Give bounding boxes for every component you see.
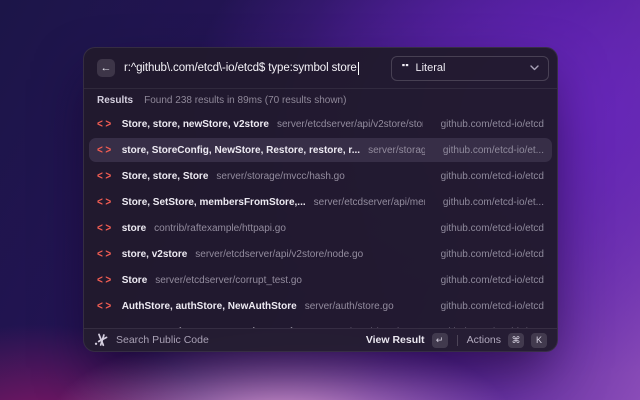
back-arrow-icon: ← [100, 61, 112, 74]
result-repo: github.com/etcd-io/et... [442, 144, 544, 156]
result-file-path: server/etcdserver/api/v2store/node.go [195, 248, 364, 260]
search-input[interactable]: r:^github\.com/etcd\-io/etcd$ type:symbo… [124, 61, 360, 75]
chevron-down-icon [530, 65, 539, 71]
sourcegraph-logo-icon [94, 333, 108, 347]
result-symbols: Store [121, 274, 148, 286]
code-symbol-icon: <> [97, 117, 114, 131]
code-symbol-icon: <> [97, 143, 114, 157]
result-file-path: server/etcdserver/api/membership/cluste.… [313, 196, 425, 208]
result-repo: github.com/etcd-io/etcd [440, 300, 544, 312]
text-caret [357, 61, 360, 75]
result-symbols: Store, store, Store [121, 170, 209, 182]
result-symbols: store [121, 222, 147, 234]
result-file-path: server/storage/mvcc/kvstore.go [368, 144, 425, 156]
result-repo: github.com/etcd-io/etcd [440, 170, 544, 182]
result-file-path: server/etcdserver/corrupt_test.go [155, 274, 302, 286]
result-file-path: server/etcdserver/api/v2store/store.go [276, 118, 423, 130]
result-repo: github.com/etcd-io/et... [442, 196, 544, 208]
results-header: Results Found 238 results in 89ms (70 re… [84, 89, 557, 112]
footer-bar: Search Public Code View Result ↵ Actions… [84, 328, 557, 351]
result-file-path: server/auth/store.go [304, 300, 394, 312]
code-symbol-icon: <> [97, 221, 114, 235]
result-file-path: server/storage/mvcc/hash.go [216, 170, 345, 182]
code-symbol-icon: <> [97, 169, 114, 183]
results-summary: Found 238 results in 89ms (70 results sh… [144, 95, 347, 106]
result-symbols: AuthStore, authStore, NewAuthStore [121, 300, 297, 312]
search-bar: ← r:^github\.com/etcd\-io/etcd$ type:sym… [84, 48, 557, 89]
footer-divider [456, 334, 458, 346]
result-repo: github.com/etcd-io/etcd [440, 118, 544, 130]
results-section-label: Results [97, 95, 134, 106]
result-row[interactable]: <> Store, store, newStore, v2store serve… [89, 112, 552, 136]
cmd-key-badge: ⌘ [508, 332, 524, 348]
back-button[interactable]: ← [97, 59, 115, 77]
result-repo: github.com/etcd-io/etcd [440, 274, 544, 286]
pattern-type-dropdown[interactable]: “ Literal [391, 55, 549, 81]
results-list: <> Store, store, newStore, v2store serve… [84, 112, 557, 328]
result-row[interactable]: <> AuthStore, authStore, NewAuthStore se… [89, 294, 552, 318]
result-row[interactable]: <> store, v2store server/etcdserver/api/… [89, 242, 552, 266]
literal-quotes-icon: “ [401, 64, 409, 73]
code-symbol-icon: <> [97, 195, 114, 209]
extension-name-label: Search Public Code [116, 334, 209, 346]
footer-actions: View Result ↵ Actions ⌘ K [366, 332, 547, 348]
desktop-background: ← r:^github\.com/etcd\-io/etcd$ type:sym… [0, 0, 640, 400]
result-repo: github.com/etcd-io/etcd [440, 222, 544, 234]
code-symbol-icon: <> [97, 273, 114, 287]
result-symbols: store, v2store [121, 248, 188, 260]
result-file-path: contrib/raftexample/httpapi.go [154, 222, 286, 234]
code-symbol-icon: <> [97, 299, 114, 313]
code-symbol-icon: <> [97, 247, 114, 261]
k-key-badge: K [531, 332, 547, 348]
pattern-type-label: Literal [415, 62, 446, 74]
view-result-button[interactable]: View Result [366, 334, 425, 346]
enter-key-badge: ↵ [431, 332, 448, 348]
result-row[interactable]: <> Store server/etcdserver/corrupt_test.… [89, 268, 552, 292]
result-row[interactable]: <> Store, SetStore, membersFromStore,...… [89, 190, 552, 214]
result-row[interactable]: <> store, StoreConfig, NewStore, Restore… [89, 138, 552, 162]
search-palette-window: ← r:^github\.com/etcd\-io/etcd$ type:sym… [83, 47, 558, 352]
result-repo: github.com/etcd-io/etcd [440, 248, 544, 260]
actions-menu-button[interactable]: Actions [467, 334, 501, 346]
result-row[interactable]: <> StoreRecorder, storeRecorder, mockst.… [89, 320, 552, 328]
result-symbols: Store, store, newStore, v2store [121, 118, 269, 130]
search-query-text: r:^github\.com/etcd\-io/etcd$ type:symbo… [124, 62, 357, 74]
result-symbols: store, StoreConfig, NewStore, Restore, r… [121, 144, 361, 156]
result-row[interactable]: <> store contrib/raftexample/httpapi.go … [89, 216, 552, 240]
result-row[interactable]: <> Store, store, Store server/storage/mv… [89, 164, 552, 188]
code-symbol-icon: <> [97, 326, 114, 328]
result-symbols: Store, SetStore, membersFromStore,... [121, 196, 306, 208]
